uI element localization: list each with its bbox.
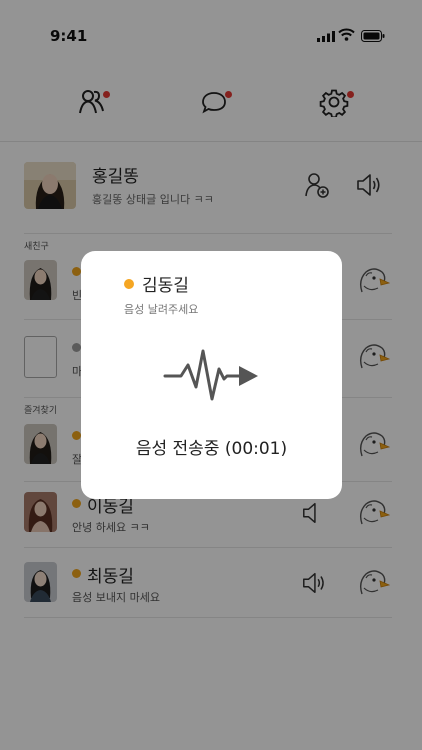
recipient-name: 김동길 <box>142 276 189 296</box>
voice-sending-dialog: 김동길 음성 날려주세요 음성 전송중 (00:01) <box>81 251 342 499</box>
recipient-message: 음성 날려주세요 <box>124 303 199 316</box>
sending-status: 음성 전송중 (00:01) <box>135 439 288 459</box>
friends-screen: 9:41 홍길똥 홍길똥 상태글 입니다 ㅋㅋ 새친구 빈 마 즐겨찾기 잘 이… <box>0 0 422 750</box>
online-status-dot <box>124 279 134 289</box>
voice-wave-icon <box>163 349 258 401</box>
